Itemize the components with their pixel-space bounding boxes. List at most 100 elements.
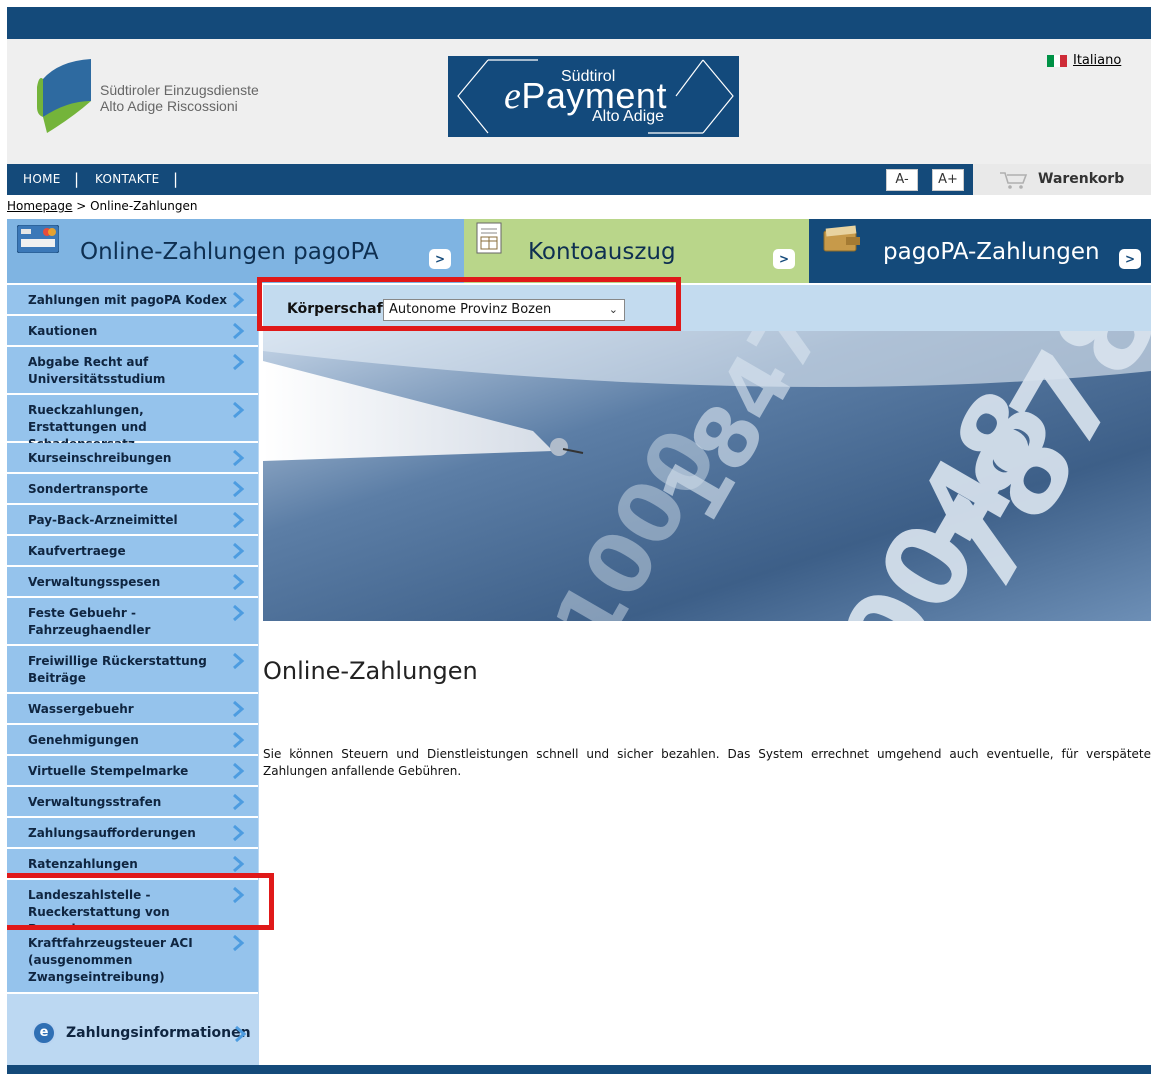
- main-navbar: HOME | KONTAKTE | A- A+ Warenkorb: [7, 164, 1151, 195]
- sidebar-item-label: Zahlungen mit pagoPA Kodex: [28, 293, 228, 307]
- arrow-right-icon[interactable]: >: [773, 249, 795, 269]
- sidebar-item-label: Freiwillige Rückerstattung Beiträge: [28, 654, 207, 685]
- chevron-right-icon: [233, 401, 245, 419]
- sidebar-item-label: Kurseinschreibungen: [28, 451, 172, 465]
- font-increase-button[interactable]: A+: [932, 169, 964, 191]
- sidebar-item[interactable]: Zahlungen mit pagoPA Kodex: [7, 285, 258, 316]
- sidebar-item-label: Kaufvertraege: [28, 544, 126, 558]
- epayment-logo[interactable]: Südtirol ePayment Alto Adige: [448, 56, 739, 137]
- breadcrumb-home-link[interactable]: Homepage: [7, 199, 72, 213]
- chevron-right-icon: [233, 322, 245, 340]
- sidebar-item[interactable]: Kurseinschreibungen: [7, 443, 258, 474]
- logo-text: Südtiroler Einzugsdienste Alto Adige Ris…: [100, 82, 259, 114]
- epayment-e: e: [504, 75, 522, 117]
- page-description: Sie können Steuern und Dienstleistungen …: [263, 747, 1151, 778]
- epayment-bottom-text: Alto Adige: [592, 108, 665, 125]
- nav-home[interactable]: HOME: [23, 172, 61, 186]
- tab-kontoauszug[interactable]: Kontoauszug >: [464, 219, 809, 283]
- chevron-right-icon: [233, 793, 245, 811]
- chevron-right-icon: [233, 480, 245, 498]
- chevron-right-icon: [233, 731, 245, 749]
- sidebar-item[interactable]: Kaufvertraege: [7, 536, 258, 567]
- breadcrumb: Homepage > Online-Zahlungen: [7, 199, 197, 213]
- sidebar-item[interactable]: Wassergebuehr: [7, 694, 258, 725]
- sidebar-item-label: Ratenzahlungen: [28, 857, 138, 871]
- sidebar-item[interactable]: Rueckzahlungen, Erstattungen und Schaden…: [7, 395, 258, 451]
- font-decrease-button[interactable]: A-: [886, 169, 918, 191]
- sidebar-item-label: Verwaltungsstrafen: [28, 795, 162, 809]
- sidebar-item-label: Wassergebuehr: [28, 702, 134, 716]
- sidebar-item-label: Abgabe Recht auf Universitätsstudium: [28, 355, 166, 386]
- hero-image: 7878 1847 0048 1000: [263, 331, 1151, 621]
- info-e-icon: e: [32, 1021, 56, 1045]
- cart-label: Warenkorb: [1038, 171, 1125, 187]
- breadcrumb-current: Online-Zahlungen: [90, 199, 198, 213]
- sidebar-item-label: Verwaltungsspesen: [28, 575, 161, 589]
- chevron-right-icon: [233, 573, 245, 591]
- tab-label: pagoPA-Zahlungen: [883, 239, 1100, 265]
- top-bar: [7, 7, 1151, 39]
- card-icon: [16, 224, 60, 257]
- page-title: Online-Zahlungen: [263, 657, 478, 685]
- sidebar-item-label: Kraftfahrzeugsteuer ACI (ausgenommen Zwa…: [28, 936, 193, 984]
- sidebar-item-label: Feste Gebuehr - Fahrzeughaendler: [28, 606, 151, 637]
- payment-info-link[interactable]: e Zahlungsinformationen: [7, 995, 259, 1074]
- language-link-italiano[interactable]: Italiano: [1073, 53, 1121, 68]
- footer-bar: [7, 1065, 1151, 1074]
- tab-online-zahlungen-pagopa[interactable]: Online-Zahlungen pagoPA >: [7, 219, 464, 283]
- breadcrumb-separator: >: [72, 199, 91, 213]
- chevron-right-icon: [233, 449, 245, 467]
- sidebar-item[interactable]: Abgabe Recht auf Universitätsstudium: [7, 347, 258, 395]
- sidebar-item-label: Virtuelle Stempelmarke: [28, 764, 189, 778]
- sidebar-item[interactable]: Verwaltungsstrafen: [7, 787, 258, 818]
- chevron-right-icon: [233, 855, 245, 873]
- tab-pagopa-zahlungen[interactable]: pagoPA-Zahlungen >: [809, 219, 1151, 283]
- highlight-box-entity: [257, 277, 681, 331]
- sidebar: Zahlungen mit pagoPA Kodex Kautionen Abg…: [7, 285, 259, 1074]
- chevron-right-icon: [233, 700, 245, 718]
- nav-separator: |: [173, 170, 179, 188]
- logo-icon[interactable]: [33, 57, 93, 139]
- sidebar-item[interactable]: Zahlungsaufforderungen: [7, 818, 258, 849]
- chevron-right-icon: [233, 511, 245, 529]
- tab-label: Online-Zahlungen pagoPA: [80, 239, 379, 265]
- sidebar-item[interactable]: Freiwillige Rückerstattung Beiträge: [7, 646, 258, 694]
- logo-line-it: Alto Adige Riscossioni: [100, 98, 238, 114]
- tab-label: Kontoauszug: [528, 239, 676, 265]
- chevron-right-icon: [233, 652, 245, 670]
- chevron-right-icon: [233, 762, 245, 780]
- chevron-right-icon: [233, 604, 245, 622]
- sidebar-item-label: Kautionen: [28, 324, 98, 338]
- header: Südtiroler Einzugsdienste Alto Adige Ris…: [7, 39, 1151, 164]
- sidebar-item[interactable]: Virtuelle Stempelmarke: [7, 756, 258, 787]
- highlight-box-landeszahlstelle: [7, 873, 274, 930]
- payment-info-label: Zahlungsinformationen: [66, 1025, 251, 1041]
- sidebar-item[interactable]: Genehmigungen: [7, 725, 258, 756]
- chevron-right-icon: [235, 1025, 247, 1043]
- chevron-right-icon: [233, 934, 245, 952]
- wallet-icon: [822, 225, 862, 257]
- cart-button[interactable]: Warenkorb: [973, 164, 1151, 195]
- chevron-right-icon: [233, 824, 245, 842]
- italian-flag-icon: [1047, 54, 1068, 67]
- sidebar-item[interactable]: Feste Gebuehr - Fahrzeughaendler: [7, 598, 258, 646]
- sidebar-item[interactable]: Pay-Back-Arzneimittel: [7, 505, 258, 536]
- chevron-right-icon: [233, 291, 245, 309]
- sidebar-item[interactable]: Kautionen: [7, 316, 258, 347]
- sidebar-item-label: Pay-Back-Arzneimittel: [28, 513, 178, 527]
- nav-separator: |: [74, 170, 80, 188]
- page-frame: Südtiroler Einzugsdienste Alto Adige Ris…: [7, 7, 1151, 1074]
- sidebar-item[interactable]: Kraftfahrzeugsteuer ACI (ausgenommen Zwa…: [7, 928, 258, 994]
- logo-line-de: Südtiroler Einzugsdienste: [100, 82, 259, 98]
- sidebar-item-label: Genehmigungen: [28, 733, 139, 747]
- statement-icon: [475, 221, 507, 259]
- chevron-right-icon: [233, 353, 245, 371]
- arrow-right-icon[interactable]: >: [429, 249, 451, 269]
- sidebar-item[interactable]: Verwaltungsspesen: [7, 567, 258, 598]
- sidebar-item-label: Zahlungsaufforderungen: [28, 826, 196, 840]
- cart-icon: [999, 170, 1029, 194]
- nav-contacts[interactable]: KONTAKTE: [95, 172, 160, 186]
- arrow-right-icon[interactable]: >: [1119, 249, 1141, 269]
- sidebar-item[interactable]: Sondertransporte: [7, 474, 258, 505]
- language-switch[interactable]: Italiano: [1047, 53, 1121, 68]
